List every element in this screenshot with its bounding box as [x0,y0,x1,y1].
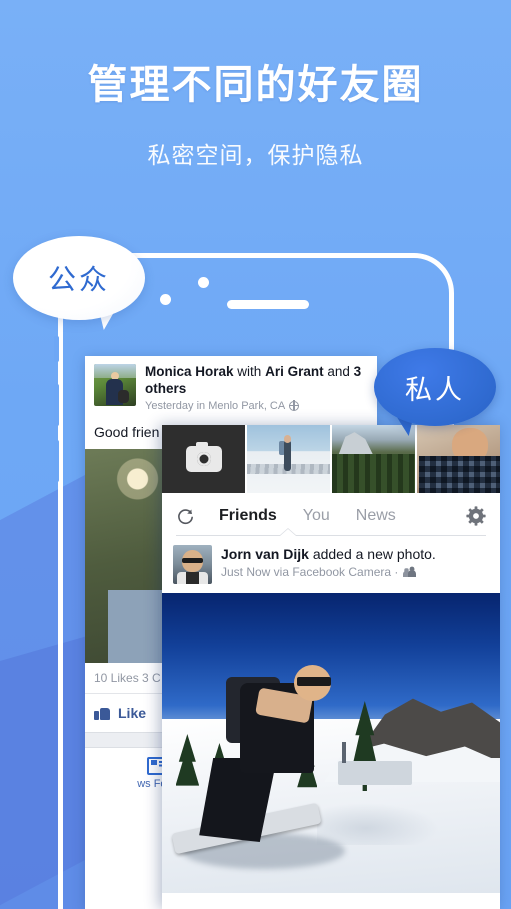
feed-toolbar: Friends You News [162,493,500,536]
camera-strip [162,425,500,493]
thumbs-up-icon [94,705,110,721]
story-header: Jorn van Dijk added a new photo. Just No… [162,536,500,593]
phone-volume-up-button [54,384,59,426]
feed-tabs: Friends You News [195,507,466,525]
friends-icon [403,567,417,578]
phone-mute-switch [54,336,59,362]
refresh-icon[interactable] [176,507,195,526]
globe-icon [288,400,300,411]
like-button-label: Like [118,704,147,721]
earpiece-speaker-icon [227,300,309,309]
post-author[interactable]: Monica Horak [145,364,234,379]
tab-friends[interactable]: Friends [219,507,277,525]
post-headline: Monica Horak with Ari Grant and 3 others [145,364,368,398]
post-meta: Monica Horak with Ari Grant and 3 others… [145,364,368,412]
sensor-dot-icon [198,277,209,288]
camera-roll-thumb-1[interactable] [247,425,332,493]
post-with-text: with [237,364,262,379]
camera-roll-thumb-3[interactable] [417,425,500,493]
page-title: 管理不同的好友圈 [87,63,424,107]
post-and-text: and [327,364,350,379]
story-meta: Jorn van Dijk added a new photo. Just No… [221,545,488,584]
private-bubble-label: 私人 [405,374,465,405]
avatar[interactable] [94,364,136,406]
front-camera-dot-icon [160,294,171,305]
public-bubble-label: 公众 [47,264,110,295]
camera-icon [185,442,222,472]
post-tagged-friend[interactable]: Ari Grant [265,364,324,379]
tab-you[interactable]: You [303,507,330,525]
post-meta-text: Yesterday in Menlo Park, CA [145,399,286,412]
active-tab-caret [280,529,296,536]
story-headline: Jorn van Dijk added a new photo. [221,545,488,563]
private-feed-card[interactable]: Friends You News Jorn van Dijk added a n… [162,425,500,909]
story-photo[interactable] [162,593,500,893]
story-action: added a new photo. [312,546,436,562]
phone-volume-down-button [54,440,59,482]
camera-shutter-button[interactable] [162,425,247,493]
tab-news[interactable]: News [356,507,396,525]
gear-icon[interactable] [466,506,486,526]
story-timestamp: Just Now via Facebook Camera · [221,565,488,579]
page-subtitle: 私密空间，保护隐私 [147,142,364,168]
post-header: Monica Horak with Ari Grant and 3 others… [85,356,377,418]
avatar[interactable] [173,545,212,584]
post-timestamp-location: Yesterday in Menlo Park, CA [145,400,368,412]
story-meta-text: Just Now via Facebook Camera · [221,565,399,580]
private-speech-bubble: 私人 [374,348,496,436]
public-speech-bubble: 公众 [13,236,145,330]
toolbar-divider [176,535,486,536]
camera-roll-thumb-2[interactable] [332,425,417,493]
hero-text-block: 管理不同的好友圈 私密空间，保护隐私 [0,62,511,170]
story-author[interactable]: Jorn van Dijk [221,546,309,562]
